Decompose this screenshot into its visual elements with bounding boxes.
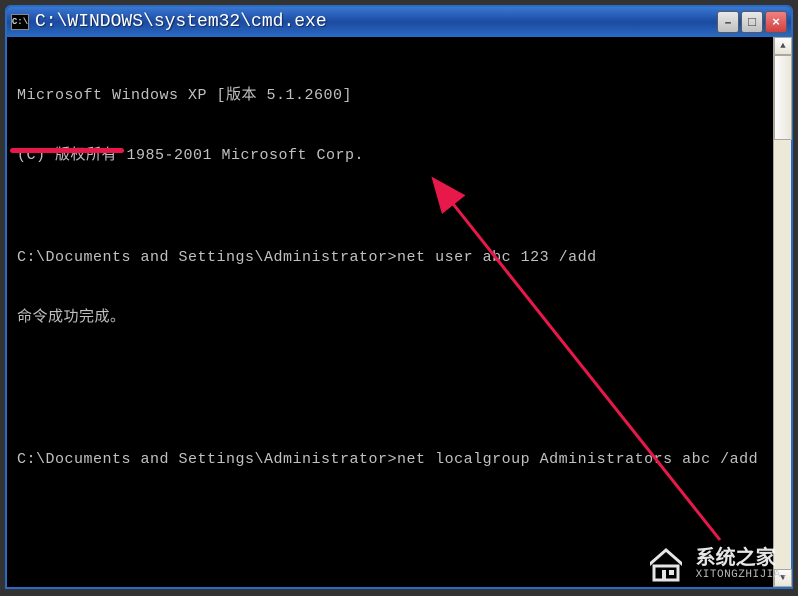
cmd-icon: C:\ <box>11 14 29 30</box>
titlebar[interactable]: C:\ C:\WINDOWS\system32\cmd.exe – □ × <box>7 7 791 37</box>
terminal-output[interactable]: Microsoft Windows XP [版本 5.1.2600] (C) 版… <box>7 37 773 587</box>
watermark-text: 系统之家 XITONGZHIJIA. <box>696 547 788 581</box>
watermark-url: XITONGZHIJIA. <box>696 569 788 581</box>
watermark-title: 系统之家 <box>696 547 788 569</box>
maximize-button[interactable]: □ <box>741 11 763 33</box>
terminal-line: C:\Documents and Settings\Administrator>… <box>17 450 763 470</box>
close-button[interactable]: × <box>765 11 787 33</box>
watermark: 系统之家 XITONGZHIJIA. <box>644 542 788 586</box>
cmd-window: C:\ C:\WINDOWS\system32\cmd.exe – □ × Mi… <box>5 5 793 589</box>
minimize-button[interactable]: – <box>717 11 739 33</box>
vertical-scrollbar[interactable]: ▲ ▼ <box>773 37 791 587</box>
window-body: Microsoft Windows XP [版本 5.1.2600] (C) 版… <box>7 37 791 587</box>
terminal-line: C:\Documents and Settings\Administrator>… <box>17 248 763 268</box>
underline-annotation <box>10 148 124 153</box>
scroll-thumb[interactable] <box>774 55 792 140</box>
window-title: C:\WINDOWS\system32\cmd.exe <box>35 12 717 32</box>
watermark-logo-icon <box>644 542 688 586</box>
terminal-line: 命令成功完成。 <box>17 308 763 328</box>
terminal-line: (C) 版权所有 1985-2001 Microsoft Corp. <box>17 146 763 166</box>
scroll-up-button[interactable]: ▲ <box>774 37 792 55</box>
window-controls: – □ × <box>717 11 787 33</box>
terminal-line: Microsoft Windows XP [版本 5.1.2600] <box>17 86 763 106</box>
